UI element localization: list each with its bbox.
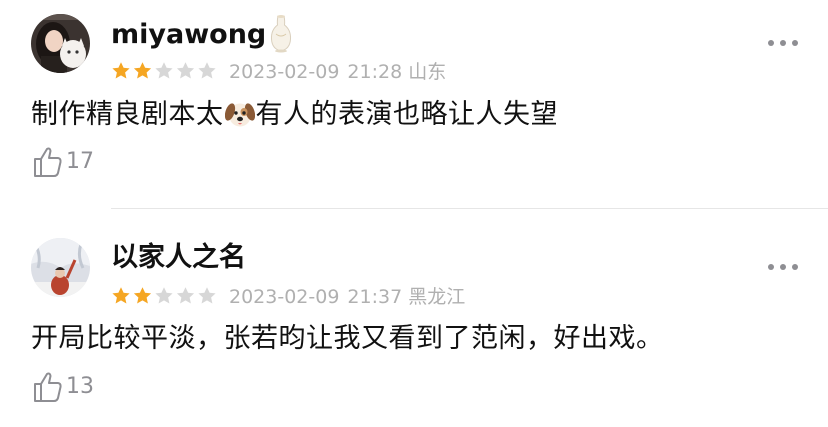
dot-icon — [768, 264, 774, 270]
comment-item: 以家人之名 2023-02-09 21:37 黑龙江 开局比较平淡，张若昀让我又看到… — [0, 209, 828, 427]
star-empty-icon — [176, 287, 195, 304]
comment-date: 2023-02-09 — [229, 61, 340, 83]
dot-icon — [768, 40, 774, 46]
comment-time: 21:28 — [347, 61, 403, 83]
star-filled-icon — [133, 287, 152, 304]
dot-icon — [780, 264, 786, 270]
star-filled-icon — [133, 62, 152, 79]
comment-location: 山东 — [408, 61, 447, 83]
user-avatar[interactable] — [31, 238, 90, 297]
comment-text-part: 有人的表演也略让人失望 — [255, 99, 558, 130]
comment-meta: 2023-02-09 21:37 黑龙江 — [229, 286, 465, 308]
thumbs-up-icon — [34, 147, 62, 177]
star-rating — [111, 286, 219, 306]
vase-badge-icon — [268, 14, 294, 54]
username[interactable]: miyawong — [111, 20, 266, 50]
star-rating — [111, 61, 219, 81]
dot-icon — [780, 40, 786, 46]
star-empty-icon — [155, 287, 173, 304]
comment-time: 21:37 — [347, 286, 403, 308]
dog-face-emoji — [224, 100, 255, 128]
comment-item: miyawong 2023-02-09 21:28 山东 制作精良剧本太 有人的… — [0, 0, 828, 208]
thumbs-up-icon — [34, 372, 62, 402]
dot-icon — [792, 264, 798, 270]
star-empty-icon — [198, 287, 216, 304]
more-options-button[interactable] — [768, 40, 800, 48]
comment-text-part: 制作精良剧本太 — [31, 99, 224, 130]
dot-icon — [792, 40, 798, 46]
comment-date: 2023-02-09 — [229, 286, 340, 308]
username[interactable]: 以家人之名 — [111, 243, 246, 273]
more-options-button[interactable] — [768, 264, 800, 272]
like-count: 13 — [66, 374, 94, 399]
user-avatar[interactable] — [31, 14, 90, 73]
star-filled-icon — [112, 62, 130, 79]
star-empty-icon — [198, 62, 216, 79]
comment-text: 开局比较平淡，张若昀让我又看到了范闲，好出戏。 — [31, 323, 664, 354]
comment-location: 黑龙江 — [408, 286, 466, 308]
comment-meta: 2023-02-09 21:28 山东 — [229, 61, 446, 83]
comment-text: 制作精良剧本太 有人的表演也略让人失望 — [31, 99, 558, 131]
star-filled-icon — [112, 287, 130, 304]
like-count: 17 — [66, 149, 94, 174]
star-empty-icon — [176, 62, 195, 79]
star-empty-icon — [155, 62, 173, 79]
